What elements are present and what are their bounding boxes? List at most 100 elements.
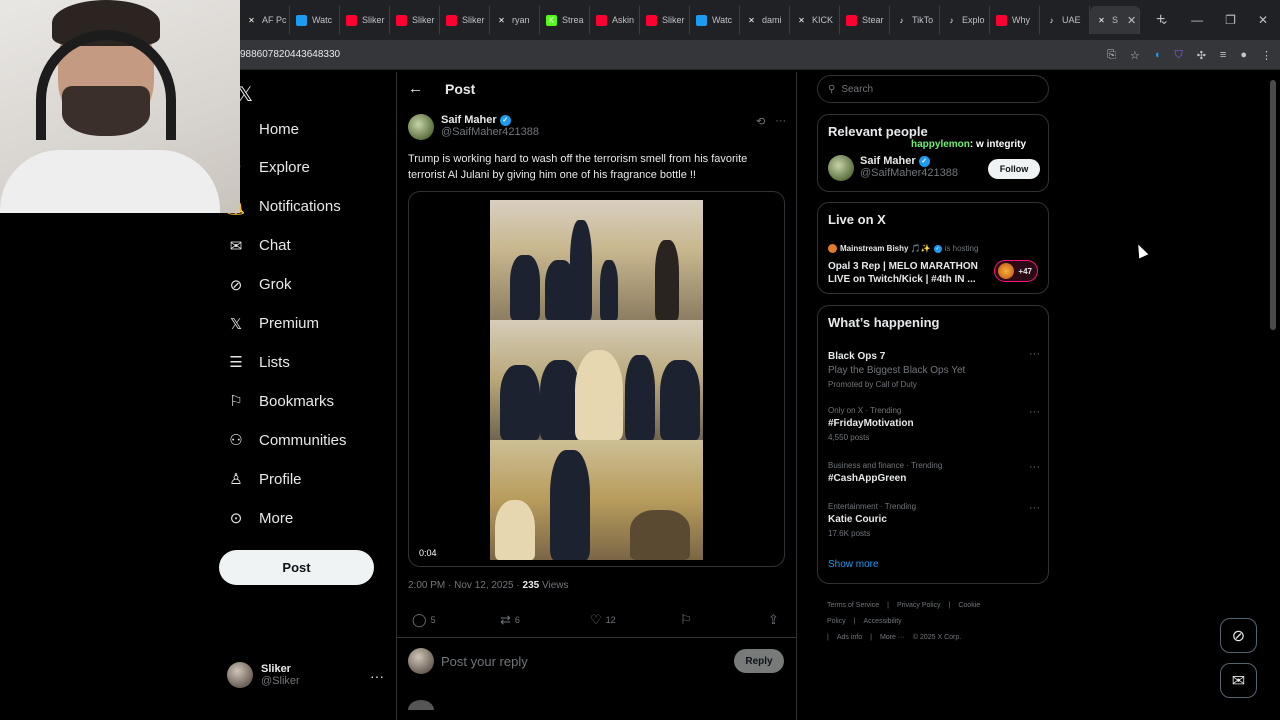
x-icon: ✕ <box>748 15 755 25</box>
browser-tab[interactable]: ✕ dami <box>740 6 790 34</box>
reply-input[interactable]: Post your reply <box>441 654 528 669</box>
x-icon: ✕ <box>248 15 255 25</box>
nav-item-notifications[interactable]: 🔔Notifications <box>227 192 341 222</box>
browser-tab[interactable]: Sliker <box>640 6 690 34</box>
footer-link[interactable]: Ads info <box>837 634 862 641</box>
author-handle[interactable]: @SaifMaher421388 <box>441 126 539 138</box>
browser-tab[interactable]: Sliker <box>440 6 490 34</box>
tab-search-icon[interactable]: ⌄ <box>1159 13 1169 27</box>
nav-item-more[interactable]: ⊙ More <box>227 503 293 533</box>
shield-icon[interactable]: ⛉ <box>1174 49 1182 62</box>
live-title: Live on X <box>828 212 886 227</box>
browser-tab-label: Watc <box>312 15 333 25</box>
restore-icon[interactable]: ❐ <box>1225 13 1236 27</box>
grok-explain-icon[interactable]: ⟲ <box>756 115 765 128</box>
nav-item-chat[interactable]: ✉ Chat <box>227 231 291 261</box>
browser-tab[interactable]: K Strea <box>540 6 590 34</box>
nav-item-grok[interactable]: ⊘ Grok <box>227 270 292 300</box>
search-input[interactable]: ⚲ Search <box>817 75 1049 103</box>
trend-item[interactable]: Only on X · Trending #FridayMotivation 4,5… <box>828 406 1040 442</box>
relevant-name: Saif Maher ✓ <box>860 155 958 167</box>
extension-icon[interactable]: ◖ <box>1154 49 1161 61</box>
nav-item-premium[interactable]: 𝕏 Premium <box>227 309 319 339</box>
browser-tab[interactable]: Why <box>990 6 1040 34</box>
post-timestamp[interactable]: 2:00 PM · Nov 12, 2025 <box>408 580 514 591</box>
follow-button[interactable]: Follow <box>988 159 1040 179</box>
compose-post-button[interactable]: Post <box>219 550 374 585</box>
browser-tab[interactable]: Watc <box>290 6 340 34</box>
trend-context: Only on X · Trending <box>828 406 902 415</box>
browser-tab[interactable]: ♪ Explo <box>940 6 990 34</box>
star-icon[interactable]: ☆ <box>1130 49 1140 62</box>
trend-item[interactable]: Business and finance · Trending #CashAppG… <box>828 461 1040 484</box>
tab-close-icon[interactable]: ✕ <box>1127 14 1136 27</box>
nav-item-bookmarks[interactable]: ⚐ Bookmarks <box>227 386 334 416</box>
profile-icon[interactable]: ● <box>1240 49 1247 61</box>
browser-tab[interactable]: ✕ AF Pc <box>240 6 290 34</box>
browser-tab[interactable]: Stear <box>840 6 890 34</box>
url-text[interactable]: 988607820443648330 <box>240 49 340 60</box>
browser-tab-label: dami <box>762 15 782 25</box>
minimize-icon[interactable]: — <box>1191 13 1203 27</box>
show-more-link[interactable]: Show more <box>828 559 879 570</box>
account-more-icon[interactable]: ··· <box>370 668 384 684</box>
trend-more-icon[interactable]: ··· <box>1029 406 1040 418</box>
account-avatar <box>227 662 253 688</box>
menu-icon[interactable]: ⋮ <box>1261 49 1272 62</box>
nav-item-lists[interactable]: ☰ Lists <box>227 347 290 377</box>
bookmark-action[interactable]: ⚐ <box>680 612 692 628</box>
nav-item-communities[interactable]: ⚇ Communities <box>227 425 346 455</box>
account-switcher[interactable]: Sliker @Sliker <box>227 662 300 688</box>
messages-fab-icon[interactable]: ✉ <box>1220 663 1257 698</box>
trend-more-icon[interactable]: ··· <box>1029 502 1040 514</box>
footer-link[interactable]: © 2025 X Corp. <box>913 634 961 641</box>
trend-more-icon[interactable]: ··· <box>1029 461 1040 473</box>
figure <box>625 355 655 440</box>
browser-tab[interactable]: Sliker <box>340 6 390 34</box>
video-frame-1 <box>490 200 703 320</box>
footer-link[interactable]: Privacy Policy <box>897 602 941 609</box>
browser-tab[interactable]: Askin <box>590 6 640 34</box>
whats-happening-panel: What’s happening Black Ops 7 Play the Big… <box>817 305 1049 584</box>
reply-button[interactable]: Reply <box>734 649 784 673</box>
close-window-icon[interactable]: ✕ <box>1258 13 1268 27</box>
post-video[interactable]: 0:04 <box>408 191 785 567</box>
post-actions: ◯ 5 ⇄ 6 ♡ 12 ⚐ ⇪ <box>408 612 784 630</box>
browser-tab[interactable]: ✕ KICK <box>790 6 840 34</box>
author-avatar[interactable] <box>408 114 434 140</box>
trend-more-icon[interactable]: ··· <box>1029 348 1040 360</box>
figure <box>630 510 690 560</box>
browser-tab[interactable]: Watc <box>690 6 740 34</box>
browser-tab[interactable]: Sliker <box>390 6 440 34</box>
heart-icon: ♡ <box>590 612 602 627</box>
media-icon[interactable]: ≡ <box>1220 49 1226 61</box>
trend-item[interactable]: Entertainment · Trending Katie Couric 17.6… <box>828 502 1040 538</box>
back-arrow-icon[interactable]: ← <box>408 80 423 97</box>
browser-tab[interactable]: ♪ UAE <box>1040 6 1090 34</box>
reply-action[interactable]: ◯ 5 <box>412 612 436 628</box>
author-name[interactable]: Saif Maher ✓ <box>441 114 539 126</box>
post-author[interactable]: Saif Maher ✓ @SaifMaher421388 <box>408 114 539 140</box>
browser-tab[interactable]: ♪ TikTo <box>890 6 940 34</box>
nav-item-profile[interactable]: ♙ Profile <box>227 464 301 494</box>
relevant-person[interactable]: Saif Maher ✓ @SaifMaher421388 <box>828 155 958 181</box>
install-app-icon[interactable]: ⎘ <box>1107 49 1116 62</box>
share-action[interactable]: ⇪ <box>768 612 779 628</box>
webcam-overlay <box>0 0 240 213</box>
grok-fab-icon[interactable]: ⊘ <box>1220 618 1257 653</box>
view-count: 235 <box>522 580 540 591</box>
browser-tab[interactable]: ✕ S ✕ <box>1090 6 1140 34</box>
browser-tab[interactable]: ✕ ryan <box>490 6 540 34</box>
puzzle-icon[interactable]: ✣ <box>1197 49 1206 62</box>
footer-link[interactable]: Accessibility <box>864 618 902 625</box>
live-on-x-panel[interactable]: Live on X Mainstream Bishy 🎵✨ ✓ is hosti… <box>817 202 1049 294</box>
footer-link[interactable]: More ··· <box>880 634 905 641</box>
trend-item[interactable]: Black Ops 7 Play the Biggest Black Ops Ye… <box>828 348 1040 389</box>
scrollbar[interactable] <box>1270 80 1276 330</box>
like-action[interactable]: ♡ 12 <box>590 612 616 628</box>
footer-link[interactable]: Terms of Service <box>827 602 879 609</box>
repost-action[interactable]: ⇄ 6 <box>500 612 520 628</box>
youtube-icon <box>596 14 607 26</box>
post-more-icon[interactable]: ··· <box>775 115 786 128</box>
author-name-text: Saif Maher <box>441 114 497 126</box>
